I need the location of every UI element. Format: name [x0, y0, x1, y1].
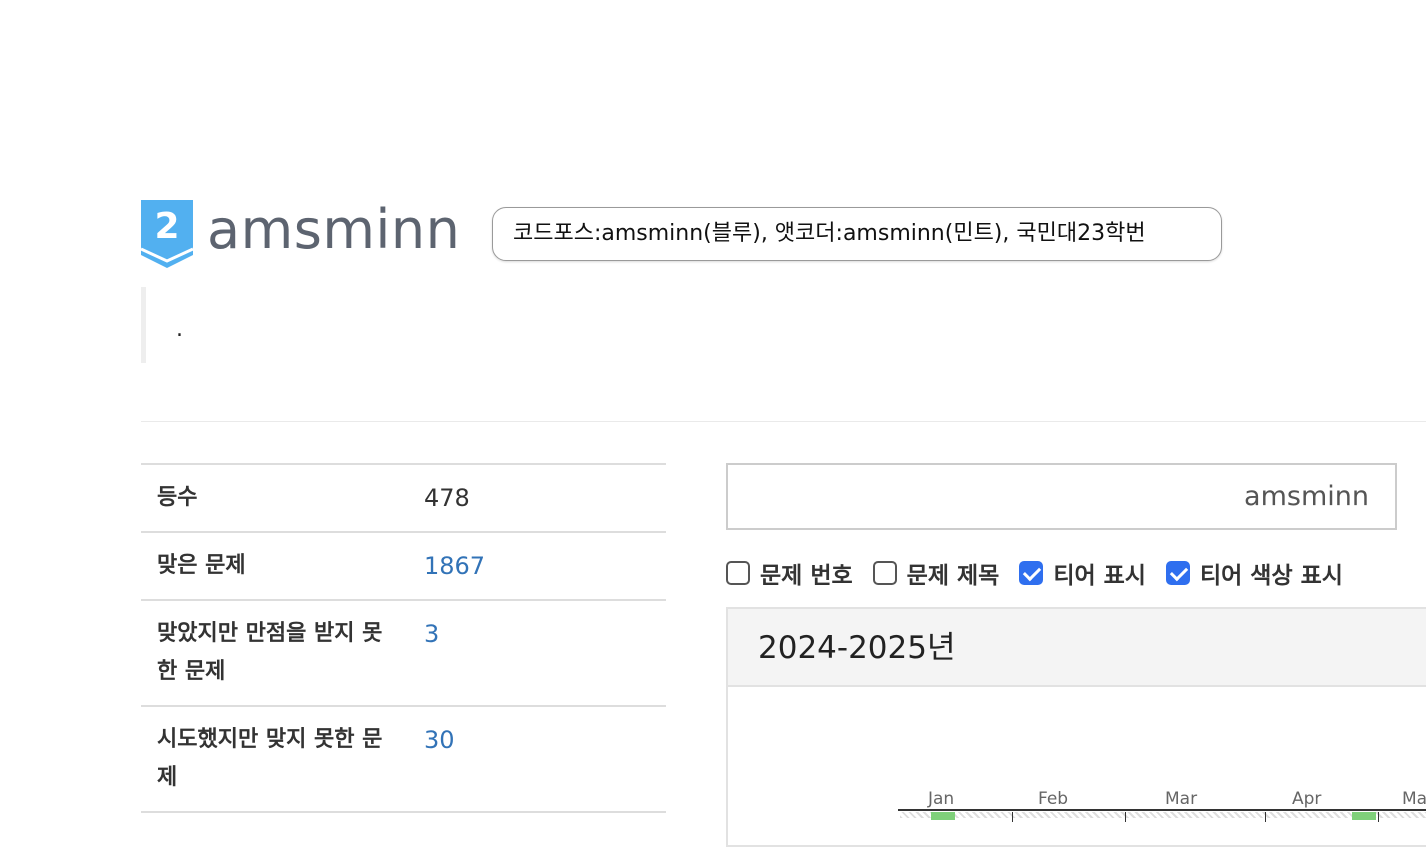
display-options: 문제 번호 문제 제목 티어 표시 티어 색상 표시 — [726, 556, 1363, 590]
stat-label-solved: 맞은 문제 — [157, 553, 246, 578]
stat-value-rank: 478 — [424, 484, 470, 512]
option-tier-color[interactable]: 티어 색상 표시 — [1165, 556, 1343, 590]
stat-label-failed: 시도했지만 맞지 못한 문제 — [157, 727, 383, 790]
checkbox-problem-number[interactable] — [726, 561, 750, 585]
checkbox-tier-color[interactable] — [1165, 561, 1190, 585]
stat-link-solved[interactable]: 1867 — [408, 533, 666, 599]
checkbox-show-tier[interactable] — [1019, 561, 1044, 585]
heatmap-cell[interactable] — [1352, 812, 1376, 820]
profile-username: amsminn — [207, 198, 461, 261]
stat-link-failed[interactable]: 30 — [408, 707, 666, 811]
heatmap-grid-border — [898, 809, 1426, 819]
option-problem-number-label: 문제 번호 — [760, 563, 853, 589]
option-show-tier-label: 티어 표시 — [1053, 563, 1146, 589]
section-divider — [141, 421, 1426, 422]
tier-badge-number: 2 — [154, 206, 179, 247]
option-problem-number[interactable]: 문제 번호 — [726, 556, 853, 590]
option-problem-title-label: 문제 제목 — [906, 563, 1000, 589]
month-label-may: Ma — [1402, 789, 1426, 809]
heatmap-cell[interactable] — [931, 812, 955, 820]
stat-row-failed: 시도했지만 맞지 못한 문제 30 — [141, 707, 666, 813]
option-problem-title[interactable]: 문제 제목 — [872, 556, 1000, 590]
checkbox-problem-title[interactable] — [872, 561, 897, 585]
month-label-apr: Apr — [1292, 789, 1322, 809]
username-search-input[interactable]: amsminn — [726, 463, 1397, 530]
option-tier-color-label: 티어 색상 표시 — [1199, 563, 1343, 589]
heatmap-panel: 2024-2025년 Jan Feb Mar Apr Ma — [726, 607, 1426, 847]
profile-bio: 코드포스:amsminn(블루), 앳코더:amsminn(민트), 국민대23… — [492, 207, 1222, 261]
stat-row-rank: 등수 478 — [141, 465, 666, 533]
heatmap-title: 2024-2025년 — [728, 609, 1426, 687]
stat-row-solved: 맞은 문제 1867 — [141, 533, 666, 601]
month-label-mar: Mar — [1165, 789, 1198, 809]
stat-label-rank: 등수 — [157, 485, 198, 510]
month-label-jan: Jan — [928, 789, 955, 809]
stat-row-partial: 맞았지만 만점을 받지 못한 문제 3 — [141, 601, 666, 707]
stat-label-partial: 맞았지만 만점을 받지 못한 문제 — [157, 621, 383, 684]
stat-link-partial[interactable]: 3 — [408, 601, 666, 705]
month-label-feb: Feb — [1038, 789, 1069, 809]
tier-badge-icon: 2 — [140, 200, 194, 268]
status-message: . — [141, 287, 741, 363]
option-show-tier[interactable]: 티어 표시 — [1019, 556, 1146, 590]
stats-table: 등수 478 맞은 문제 1867 맞았지만 만점을 받지 못한 문제 3 시도… — [141, 463, 666, 813]
